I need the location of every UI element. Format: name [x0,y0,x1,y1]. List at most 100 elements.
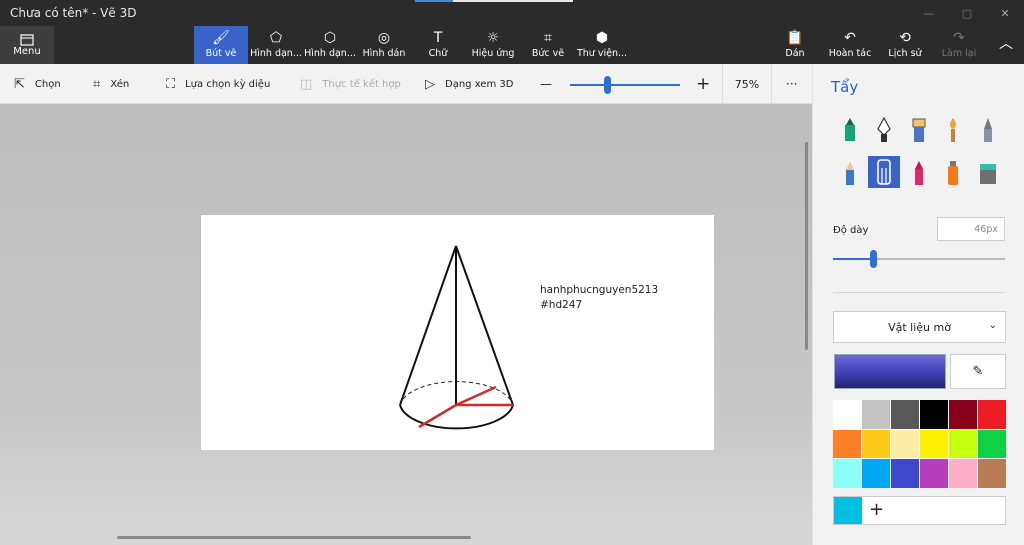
folder-icon [20,33,34,46]
pencil-icon [846,161,854,185]
brush-marker[interactable] [834,114,866,146]
cone-drawing [399,245,514,430]
brush-spray-can[interactable] [937,157,969,189]
brush-watercolor[interactable] [937,114,969,146]
zoom-out-button[interactable]: — [540,64,552,104]
ribbon-tool-label: Hiệu ứng [471,48,515,59]
add-color-button[interactable]: + [869,499,884,520]
ribbon-tool-stickers[interactable]: ◎ Hình dán [358,26,410,64]
brush-settings-panel: Tẩy Độ dày 46px Vật liệu mờ ⌄ ✎ + [812,64,1024,545]
zoom-slider-thumb[interactable] [604,76,612,94]
maximize-icon[interactable]: ▢ [948,0,986,26]
ribbon-tool-canvas[interactable]: ⌗ Bức vẽ [526,26,570,64]
color-swatch[interactable] [862,400,890,429]
ribbon-tool-text[interactable]: T Chữ [418,26,458,64]
color-swatch[interactable] [978,429,1006,459]
brush-pencil[interactable] [834,157,866,189]
thickness-slider-thumb[interactable] [869,250,877,268]
shapes-3d-icon: ⬡ [323,30,337,46]
current-color-swatch[interactable] [834,354,946,389]
zoom-out-icon: — [540,77,552,91]
horizontal-scrollbar[interactable] [117,536,471,539]
color-swatch[interactable] [833,459,861,488]
zoom-in-button[interactable]: + [696,64,710,104]
undo-button[interactable]: ↶ Hoàn tác [827,26,873,64]
ribbon-tool-3d-library[interactable]: ⬢ Thư viện... [576,26,628,64]
color-swatch[interactable] [978,459,1006,488]
more-options-button[interactable]: ··· [786,64,797,104]
brush-eraser[interactable] [868,156,900,188]
color-swatch[interactable] [978,400,1006,429]
material-dropdown[interactable]: Vật liệu mờ ⌄ [833,311,1006,343]
title-ribbon-bar: Chưa có tên* - Vẽ 3D — ▢ ✕ Menu 🖌 Bút vẽ… [0,0,1024,64]
color-swatch[interactable] [920,429,948,459]
ribbon-tool-label: Bút vẽ [205,48,237,59]
color-palette [833,400,1006,488]
cone-radius-2 [418,403,457,429]
custom-color-swatch[interactable] [834,497,862,524]
redo-label: Làm lại [941,48,977,59]
brush-fill-bucket[interactable] [972,157,1004,189]
color-swatch[interactable] [949,400,977,429]
brush-calligraphy-pen[interactable] [868,114,900,146]
paste-button[interactable]: 📋 Dán [780,26,810,64]
text-icon: T [433,30,443,46]
color-swatch[interactable] [920,459,948,488]
select-label: Chọn [34,78,61,90]
eyedropper-button[interactable]: ✎ [950,354,1006,389]
zoom-value-field[interactable]: 75% [722,64,772,104]
color-swatch[interactable] [891,459,919,488]
color-swatch[interactable] [920,400,948,429]
zoom-slider-track[interactable] [570,84,680,86]
crop-icon: ⌗ [93,76,101,92]
brush-oil[interactable] [903,114,935,146]
vertical-scrollbar[interactable] [805,142,808,350]
spray-can-icon [948,161,958,185]
mixed-reality-icon: ◫ [300,76,313,92]
color-swatch[interactable] [949,429,977,459]
cursor-icon: ⇱ [14,76,25,92]
color-swatch[interactable] [833,400,861,429]
crop-label: Xén [110,78,130,90]
magic-select-label: Lựa chọn kỳ diệu [185,78,271,90]
collapse-ribbon-button[interactable]: ︿ [994,26,1018,64]
minimize-icon[interactable]: — [910,0,948,26]
window-controls: — ▢ ✕ [910,0,1024,26]
calligraphy-pen-icon [877,117,891,142]
library-icon: ⬢ [595,30,609,46]
close-icon[interactable]: ✕ [986,0,1024,26]
3d-view-label: Dạng xem 3D [445,78,514,90]
brush-icon: 🖌 [212,30,230,46]
artboard[interactable]: hanhphucnguyen5213 #hd247 [201,215,714,450]
ribbon-tool-label: Chữ [428,48,448,59]
ribbon-tool-label: Hình dán [362,48,406,59]
ribbon-tool-effects[interactable]: ☼ Hiệu ứng [468,26,518,64]
redo-button[interactable]: ↷ Làm lại [938,26,980,64]
brush-crayon[interactable] [903,157,935,189]
menu-button[interactable]: Menu [0,26,54,64]
sticker-icon: ◎ [377,30,391,46]
fill-bucket-icon [980,164,996,184]
3d-view-button[interactable]: ▷ Dạng xem 3D [425,64,513,104]
ribbon-tool-2d-shapes[interactable]: ⬠ Hình dạn... [250,26,302,64]
color-swatch[interactable] [833,429,861,459]
mixed-reality-button[interactable]: ◫ Thực tế kết hợp [300,64,401,104]
ribbon-tool-brushes[interactable]: 🖌 Bút vẽ [194,26,248,64]
color-swatch[interactable] [891,400,919,429]
magic-select-button[interactable]: ⛶ Lựa chọn kỳ diệu [166,64,270,104]
material-label: Vật liệu mờ [888,320,951,334]
oil-brush-icon [912,118,926,142]
color-swatch[interactable] [862,429,890,459]
color-swatch[interactable] [949,459,977,488]
crop-button[interactable]: ⌗ Xén [93,64,129,104]
ribbon-tool-label: Thư viện... [576,48,628,59]
color-swatch[interactable] [862,459,890,488]
ribbon-tool-3d-shapes[interactable]: ⬡ Hình dạn... [304,26,356,64]
select-button[interactable]: ⇱ Chọn [14,64,61,104]
history-button[interactable]: ⟲ Lịch sử [884,26,926,64]
brush-pixel-pen[interactable] [972,114,1004,146]
more-icon: ··· [786,77,798,91]
color-swatch[interactable] [891,429,919,459]
canvas-text-username: hanhphucnguyen5213 [540,284,659,296]
thickness-input[interactable]: 46px [937,217,1005,241]
